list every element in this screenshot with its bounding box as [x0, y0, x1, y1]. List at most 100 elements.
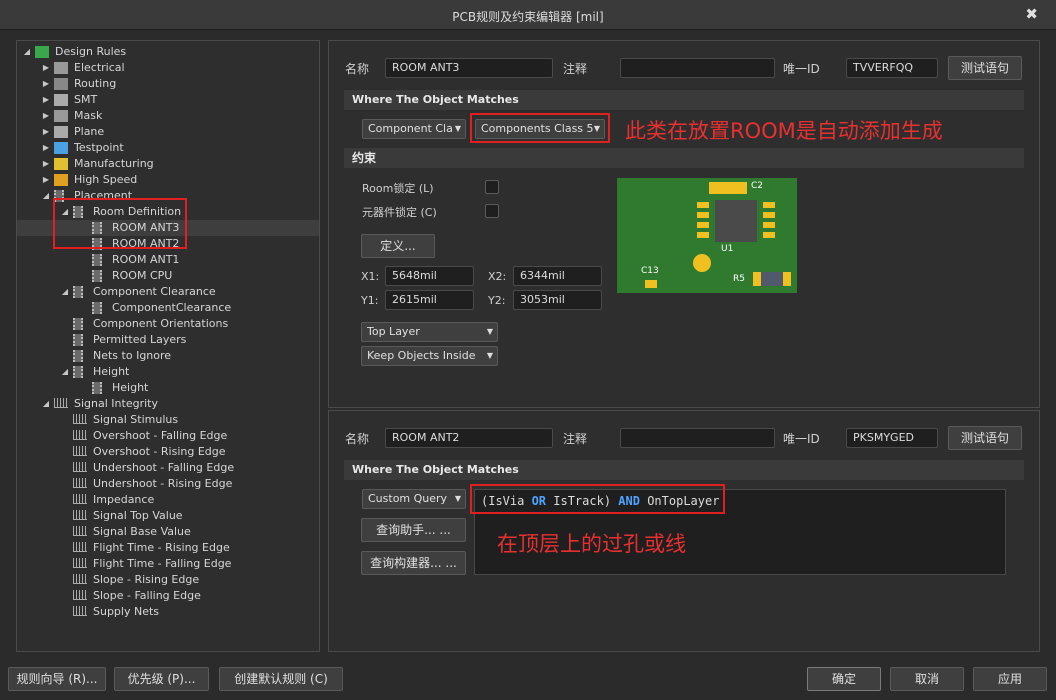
rule2-match-kind-select[interactable]: Custom Query ▼ — [362, 489, 466, 509]
rule1-comment-field[interactable] — [620, 58, 775, 78]
tree-item[interactable]: Impedance — [17, 492, 319, 508]
rule1-match-kind-select[interactable]: Component Cla ▼ — [362, 119, 466, 139]
signal-icon — [73, 606, 87, 616]
tree-item[interactable]: Flight Time - Rising Edge — [17, 540, 319, 556]
expand-arrow-icon[interactable]: ▶ — [40, 140, 52, 156]
electrical-icon — [54, 62, 68, 74]
apply-button[interactable]: 应用 — [973, 667, 1047, 691]
rule-icon — [92, 254, 102, 266]
tree-item[interactable]: Permitted Layers — [17, 332, 319, 348]
ok-button[interactable]: 确定 — [807, 667, 881, 691]
query-builder-button[interactable]: 查询构建器... ... — [361, 551, 466, 575]
tree-item-label: Slope - Rising Edge — [93, 573, 200, 586]
expand-arrow-icon[interactable]: ▶ — [40, 92, 52, 108]
tree-item[interactable]: Overshoot - Falling Edge — [17, 428, 319, 444]
tree-item[interactable]: Flight Time - Falling Edge — [17, 556, 319, 572]
expand-arrow-icon[interactable]: ▶ — [40, 124, 52, 140]
tree-item[interactable]: ▶ High Speed — [17, 172, 319, 188]
rule1-test-button[interactable]: 测试语句 — [948, 56, 1022, 80]
signal-icon — [73, 430, 87, 440]
rule2-test-button[interactable]: 测试语句 — [948, 426, 1022, 450]
tree-item[interactable]: Height — [17, 380, 319, 396]
collapse-arrow-icon[interactable]: ◢ — [40, 396, 52, 412]
rule1-name-label: 名称 — [345, 62, 370, 76]
tree-item[interactable]: ◢ Component Clearance — [17, 284, 319, 300]
x2-label: X2: — [488, 270, 507, 283]
tree-item[interactable]: Overshoot - Rising Edge — [17, 444, 319, 460]
tree-item[interactable]: Undershoot - Falling Edge — [17, 460, 319, 476]
plane-icon — [54, 126, 68, 138]
tree-item[interactable]: Nets to Ignore — [17, 348, 319, 364]
tree-item[interactable]: Signal Base Value — [17, 524, 319, 540]
cancel-button[interactable]: 取消 — [890, 667, 964, 691]
u1-body — [715, 200, 757, 242]
y1-field[interactable]: 2615mil — [385, 290, 474, 310]
tree-item[interactable]: ▶ Manufacturing — [17, 156, 319, 172]
rule-wizard-button[interactable]: 规则向导 (R)... — [8, 667, 106, 691]
pad — [783, 272, 791, 286]
collapse-arrow-icon[interactable]: ◢ — [40, 188, 52, 204]
expand-arrow-icon[interactable]: ▶ — [40, 60, 52, 76]
tree-item-label: Signal Stimulus — [93, 413, 179, 426]
expand-arrow-icon[interactable]: ▶ — [40, 108, 52, 124]
expand-arrow-icon[interactable]: ▶ — [40, 156, 52, 172]
close-icon[interactable]: ✖ — [1025, 5, 1038, 23]
tree-item[interactable]: Signal Top Value — [17, 508, 319, 524]
permitted-layers-icon — [73, 334, 83, 346]
tree-item[interactable]: Component Orientations — [17, 316, 319, 332]
rules-tree[interactable]: ◢ Design Rules ▶ Electrical ▶ Routing ▶ SMT ▶ Mas… — [16, 40, 320, 652]
define-button[interactable]: 定义... — [361, 234, 435, 258]
tree-item-label: ROOM ANT1 — [112, 253, 180, 266]
keep-mode-select[interactable]: Keep Objects Inside ▼ — [361, 346, 498, 366]
x2-field[interactable]: 6344mil — [513, 266, 602, 286]
tree-item-label: Component Orientations — [93, 317, 229, 330]
tree-item[interactable]: ComponentClearance — [17, 300, 319, 316]
tree-item[interactable]: ▶ Testpoint — [17, 140, 319, 156]
tree-item[interactable]: Signal Stimulus — [17, 412, 319, 428]
tree-item[interactable]: Slope - Falling Edge — [17, 588, 319, 604]
highlight-box — [470, 113, 610, 143]
expand-arrow-icon[interactable]: ▶ — [40, 76, 52, 92]
tree-item[interactable]: ◢ Signal Integrity — [17, 396, 319, 412]
tree-item[interactable]: Undershoot - Rising Edge — [17, 476, 319, 492]
tree-item-label: Undershoot - Rising Edge — [93, 477, 233, 490]
chevron-down-icon: ▼ — [486, 327, 493, 336]
query-helper-button[interactable]: 查询助手... ... — [361, 518, 466, 542]
rule1-uid-field[interactable]: TVVERFQQ — [846, 58, 938, 78]
rule1-constraints-header: 约束 — [344, 148, 1024, 168]
tree-item[interactable]: ▶ Mask — [17, 108, 319, 124]
tree-item-label: Flight Time - Falling Edge — [93, 557, 232, 570]
pad — [645, 280, 657, 288]
rule1-name-field[interactable]: ROOM ANT3 — [385, 58, 553, 78]
tree-item-label: Overshoot - Rising Edge — [93, 445, 226, 458]
tree-item[interactable]: ▶ Plane — [17, 124, 319, 140]
collapse-arrow-icon[interactable]: ◢ — [59, 364, 71, 380]
expand-arrow-icon[interactable]: ▶ — [40, 172, 52, 188]
tree-item[interactable]: ◢ Height — [17, 364, 319, 380]
tree-item[interactable]: Slope - Rising Edge — [17, 572, 319, 588]
chevron-down-icon: ▼ — [454, 494, 461, 503]
collapse-arrow-icon[interactable]: ◢ — [21, 44, 33, 60]
collapse-arrow-icon[interactable]: ◢ — [59, 284, 71, 300]
y2-field[interactable]: 3053mil — [513, 290, 602, 310]
priority-button[interactable]: 优先级 (P)... — [114, 667, 209, 691]
signal-icon — [73, 462, 87, 472]
x1-field[interactable]: 5648mil — [385, 266, 474, 286]
rule2-name-field[interactable]: ROOM ANT2 — [385, 428, 553, 448]
tree-item[interactable]: ROOM ANT1 — [17, 252, 319, 268]
rule-icon — [92, 302, 102, 314]
rule2-uid-field[interactable]: PKSMYGED — [846, 428, 938, 448]
layer-select[interactable]: Top Layer ▼ — [361, 322, 498, 342]
tree-item[interactable]: ▶ SMT — [17, 92, 319, 108]
create-default-rules-button[interactable]: 创建默认规则 (C) — [219, 667, 343, 691]
tree-item[interactable]: Supply Nets — [17, 604, 319, 620]
chevron-down-icon: ▼ — [486, 351, 493, 360]
tree-item[interactable]: ROOM CPU — [17, 268, 319, 284]
room-lock-checkbox[interactable] — [485, 180, 499, 194]
tree-item[interactable]: ▶ Routing — [17, 76, 319, 92]
component-lock-checkbox[interactable] — [485, 204, 499, 218]
tree-item[interactable]: ◢ Design Rules — [17, 44, 319, 60]
tree-item[interactable]: ▶ Electrical — [17, 60, 319, 76]
rule-icon — [92, 270, 102, 282]
rule2-comment-field[interactable] — [620, 428, 775, 448]
